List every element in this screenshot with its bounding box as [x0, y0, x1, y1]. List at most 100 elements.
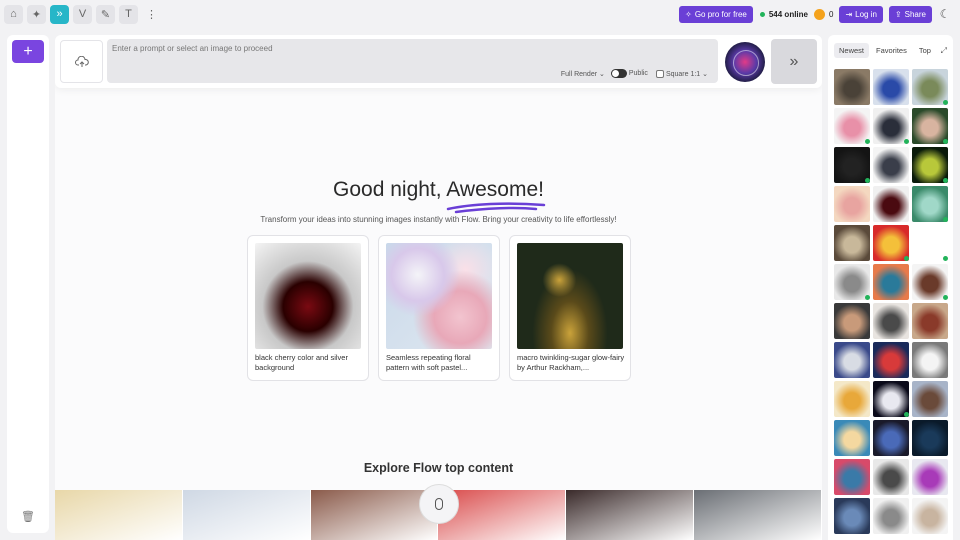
aspect-label: Square 1:1: [665, 70, 701, 78]
upload-image-button[interactable]: [60, 40, 103, 83]
suggestion-card[interactable]: Seamless repeating floral pattern with s…: [378, 235, 500, 381]
suggestion-image: [255, 243, 361, 349]
gallery-thumb[interactable]: [912, 264, 948, 300]
flow-icon[interactable]: »: [50, 4, 69, 24]
suggestion-caption: Seamless repeating floral pattern with s…: [386, 353, 471, 372]
gallery-thumb[interactable]: [873, 342, 909, 378]
gallery-thumb[interactable]: [834, 186, 870, 222]
new-indicator-dot: [904, 256, 909, 261]
prompt-placeholder: Enter a prompt or select an image to pro…: [112, 44, 273, 53]
gallery-thumb[interactable]: [873, 498, 909, 534]
greeting-name: Awesome!: [446, 178, 544, 201]
tab-top[interactable]: Top: [914, 43, 936, 58]
online-status-dot: [759, 11, 765, 17]
more-icon[interactable]: ⋮: [142, 5, 161, 24]
gallery-thumb[interactable]: [912, 498, 948, 534]
suggestion-caption: black cherry color and silver background: [255, 353, 348, 372]
suggestion-image: [517, 243, 623, 349]
underline-scribble: [446, 202, 546, 214]
new-indicator-dot: [865, 139, 870, 144]
prompt-input[interactable]: Enter a prompt or select an image to pro…: [107, 39, 718, 83]
gallery-thumb[interactable]: [834, 225, 870, 261]
suggestion-image: [386, 243, 492, 349]
gallery-thumb[interactable]: [912, 342, 948, 378]
prompt-options: Full Render ⌄ Public Square 1:1 ⌄: [561, 69, 708, 78]
new-indicator-dot: [904, 412, 909, 417]
public-label: Public: [628, 70, 648, 77]
gallery-thumb[interactable]: [834, 303, 870, 339]
gallery-thumb[interactable]: [912, 381, 948, 417]
gallery-thumb[interactable]: [873, 69, 909, 105]
gallery-thumb[interactable]: [834, 147, 870, 183]
tab-favorites[interactable]: Favorites: [871, 43, 912, 58]
gallery-thumb[interactable]: [873, 186, 909, 222]
gallery-thumb[interactable]: [834, 342, 870, 378]
gallery-thumb[interactable]: [834, 381, 870, 417]
dark-mode-icon[interactable]: ☾: [938, 7, 952, 21]
coin-count: 0: [828, 9, 834, 19]
sparkle-icon[interactable]: ✦: [27, 4, 46, 24]
login-button[interactable]: ⇥ Log in: [839, 5, 883, 23]
aspect-select[interactable]: Square 1:1 ⌄: [666, 70, 708, 78]
gallery-thumb[interactable]: [912, 147, 948, 183]
mouse-icon: [435, 498, 443, 510]
gallery-thumb[interactable]: [834, 498, 870, 534]
sparkle-icon: ✧: [685, 9, 692, 19]
top-content-thumb[interactable]: [566, 490, 695, 540]
go-pro-button[interactable]: ✧ Go pro for free: [679, 5, 753, 23]
gallery-thumb[interactable]: [873, 225, 909, 261]
upload-icon: [74, 55, 89, 67]
v-icon[interactable]: V: [73, 4, 92, 24]
home-icon[interactable]: ⌂: [4, 4, 23, 24]
gallery-thumb[interactable]: [912, 69, 948, 105]
explore-title: Explore Flow top content: [363, 461, 514, 475]
gallery-thumb[interactable]: [834, 264, 870, 300]
share-icon: ⇪: [894, 9, 902, 19]
style-preview-orb[interactable]: [725, 42, 765, 82]
gallery-thumb[interactable]: [834, 69, 870, 105]
gallery-thumb[interactable]: [912, 420, 948, 456]
new-creation-button[interactable]: +: [12, 40, 44, 63]
gallery-thumb[interactable]: [873, 264, 909, 300]
gallery-thumb[interactable]: [873, 420, 909, 456]
gallery-thumb[interactable]: [912, 303, 948, 339]
coin-icon: [813, 8, 825, 20]
new-indicator-dot: [904, 139, 909, 144]
suggestion-card[interactable]: macro twinkling-sugar glow-fairy by Arth…: [509, 235, 631, 381]
public-toggle[interactable]: [610, 69, 627, 78]
top-content-thumb[interactable]: [182, 490, 311, 540]
gallery-thumb[interactable]: [834, 420, 870, 456]
gallery-thumb[interactable]: [912, 225, 948, 261]
greeting-text: Good night,: [333, 178, 442, 201]
gallery-thumb[interactable]: [873, 147, 909, 183]
top-content-thumb[interactable]: [694, 490, 822, 540]
new-indicator-dot: [943, 295, 948, 300]
scroll-hint[interactable]: [419, 484, 459, 524]
gallery-thumb[interactable]: [873, 108, 909, 144]
chevrons-right-icon: »: [789, 52, 799, 70]
gallery-thumb[interactable]: [873, 303, 909, 339]
render-mode-label: Full Render: [560, 70, 598, 78]
gallery-thumb[interactable]: [912, 459, 948, 495]
new-indicator-dot: [943, 256, 948, 261]
share-button[interactable]: ⇪ Share: [888, 5, 932, 23]
gallery-thumb[interactable]: [834, 108, 870, 144]
render-mode-select[interactable]: Full Render ⌄: [561, 70, 605, 78]
left-panel: + 🗑: [7, 35, 49, 533]
expand-icon[interactable]: ⤢: [941, 46, 947, 56]
tab-newest[interactable]: Newest: [834, 43, 870, 58]
brush-icon[interactable]: ✎: [96, 4, 115, 24]
online-count: 544 online: [768, 9, 808, 19]
gallery-thumb[interactable]: [834, 459, 870, 495]
trash-icon[interactable]: 🗑: [21, 510, 35, 523]
suggestion-card[interactable]: black cherry color and silver background: [247, 235, 369, 381]
text-icon[interactable]: T: [119, 4, 138, 24]
gallery-thumb[interactable]: [873, 459, 909, 495]
aspect-checkbox[interactable]: [655, 69, 664, 78]
gallery-thumb[interactable]: [912, 186, 948, 222]
top-content-thumb[interactable]: [55, 490, 183, 540]
gallery-thumb[interactable]: [873, 381, 909, 417]
generate-button[interactable]: »: [771, 39, 817, 84]
gallery-thumb[interactable]: [912, 108, 948, 144]
main-area: Enter a prompt or select an image to pro…: [55, 35, 822, 540]
